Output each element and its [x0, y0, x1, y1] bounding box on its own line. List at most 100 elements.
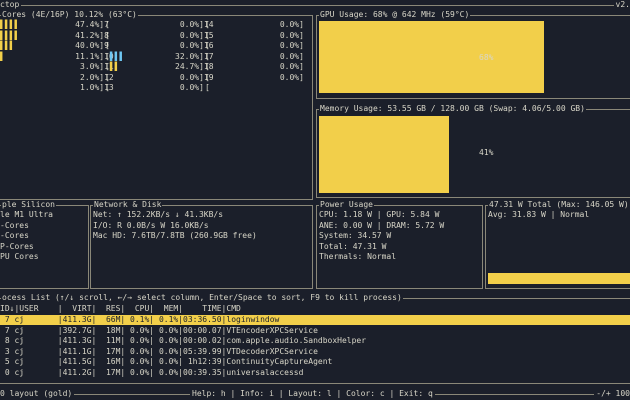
power-line: ANE: 0.00 W | DRAM: 5.72 W	[319, 220, 445, 230]
bracket: ]	[299, 62, 304, 71]
silicon-line: -Cores	[0, 231, 29, 240]
cpu-core-percent: 0.0%	[279, 41, 300, 50]
cpu-core-percent: 0.0%	[179, 72, 200, 82]
cpu-core-cell: [ 0.0%]	[205, 20, 304, 31]
bracket: ]	[299, 20, 304, 29]
disk-usage: Mac HD: 7.6TB/7.8TB (260.9GB free)	[93, 231, 257, 240]
footer-layout: 0 layout (gold)	[0, 389, 75, 400]
bracket: ]	[299, 51, 304, 61]
memory-usage-label: 41%	[479, 148, 494, 157]
gpu-usage-fill	[319, 21, 544, 93]
silicon-line: le M1 Ultra	[0, 210, 53, 219]
cpu-core-percent: 24.7%	[175, 62, 200, 71]
cpu-core-bar	[0, 83, 19, 92]
cpu-core-cell: [ 0.0%]	[205, 62, 304, 73]
app-title: ctop	[0, 0, 22, 11]
cpu-core-cell: [▌▌▌ 32.0%]17	[105, 52, 214, 63]
cpu-core-percent: 0.0%	[279, 30, 300, 40]
cpu-core-bar: ▌▌▌▌	[0, 20, 20, 29]
process-row[interactable]: 0 cj |411.2G| 17M| 0.0%| 0.0%|00:39.35|u…	[0, 368, 304, 378]
process-table-header[interactable]: ID↓|USER | VIRT| RES| CPU| MEM| TIME|CMD	[0, 304, 241, 314]
silicon-panel-title: ple Silicon	[1, 200, 56, 211]
cpu-core-bar: ▌▌▌	[109, 51, 130, 61]
silicon-line: PU Cores	[0, 252, 39, 261]
process-row[interactable]: 3 cj |411.1G| 17M| 0.0%| 0.0%|05:39.99|V…	[0, 347, 318, 357]
cpu-core-percent: 40.0%	[75, 41, 100, 50]
cpu-core-percent: 1.0%	[80, 83, 100, 92]
process-row-selected[interactable]: 7 cj |411.3G| 66M| 0.1%| 0.1%|03:36.50|l…	[0, 315, 630, 325]
cpu-core-bar	[0, 73, 19, 82]
cpu-core-index: ]	[199, 83, 204, 92]
cpu-core-cell: [ 0.0%]14	[105, 20, 214, 31]
cpu-core-percent: 32.0%	[175, 51, 200, 61]
power-average: Avg: 31.83 W | Normal	[488, 210, 590, 219]
cpu-core-bar	[210, 20, 229, 29]
gpu-usage-label: 68%	[479, 53, 494, 62]
process-row[interactable]: 8 cj |411.3G| 11M| 0.0%| 0.0%|00:00.02|c…	[0, 336, 366, 346]
top-border	[0, 5, 630, 6]
cpu-core-percent: 0.0%	[279, 72, 300, 82]
cpu-core-cell: [ 0.0%]	[105, 83, 204, 94]
power-line: Total: 47.31 W	[319, 241, 387, 251]
cpu-core-percent: 0.0%	[279, 20, 300, 29]
footer-help: Help: h | Info: i | Layout: l | Color: c…	[190, 389, 435, 400]
cpu-core-percent: 0.0%	[279, 62, 300, 71]
cpu-core-bar	[210, 83, 229, 92]
cpu-core-cell: [ 0.0%]16	[105, 41, 214, 52]
cpu-core-cell: [ 0.0%]	[205, 41, 304, 52]
power-info: CPU: 1.18 W | GPU: 5.84 W ANE: 0.00 W | …	[319, 210, 444, 263]
cpu-core-percent: 0.0%	[179, 30, 200, 40]
footer-refresh[interactable]: -/+ 100	[594, 389, 630, 400]
cpu-core-percent: 41.2%	[75, 30, 100, 40]
cpu-core-percent: 0.0%	[279, 51, 300, 61]
cpu-core-percent: 0.0%	[179, 20, 200, 29]
cpu-core-percent: 47.4%	[75, 20, 100, 29]
cpu-core-bar: ▌▌	[109, 62, 130, 71]
memory-usage-fill	[319, 116, 449, 193]
cpu-core-cell: [ 0.0%]15	[105, 31, 214, 42]
cpu-core-bar	[210, 52, 229, 61]
cpu-core-cell: 1.0%]13	[0, 83, 114, 94]
cpu-core-bar	[210, 62, 229, 71]
cpu-core-bar	[110, 83, 129, 92]
gpu-panel-title: GPU Usage: 68% @ 642 MHz (59°C)	[319, 10, 471, 21]
process-row[interactable]: 5 cj |411.5G| 16M| 0.0%| 0.0%| 1h12:39|C…	[0, 357, 333, 367]
cpu-core-cell: [ 0.0%]	[205, 31, 304, 42]
cpu-core-cell: ▌▌▌▌ 41.2%]8	[0, 31, 109, 42]
cpu-core-cell: [ 0.0%]	[205, 52, 304, 63]
power-line: Thermals: Normal	[319, 252, 397, 261]
bracket: ]	[299, 41, 304, 50]
cpu-core-cell: ▌ 11.1%]10	[0, 52, 114, 63]
power-sparkline	[488, 273, 630, 284]
bracket: ]	[299, 30, 304, 40]
disk-io: I/O: R 0.0B/s W 16.0KB/s	[93, 220, 209, 230]
cpu-core-cell: [ 0.0%]19	[105, 73, 214, 84]
power-line: CPU: 1.18 W | GPU: 5.84 W	[319, 210, 440, 219]
network-speed: Net: ↑ 152.2KB/s ↓ 41.3KB/s	[93, 210, 224, 219]
power-total-title: 47.31 W Total (Max: 146.05 W)	[488, 200, 630, 211]
cpu-core-cell: 3.0%]11	[0, 62, 114, 73]
power-panel-title: Power Usage	[319, 200, 374, 211]
cpu-core-bar	[110, 41, 129, 50]
cpu-core-cell: [▌▌ 24.7%]18	[105, 62, 214, 73]
silicon-info: le M1 Ultra -Cores -Cores P-Cores PU Cor…	[0, 210, 53, 263]
cpu-core-bar	[210, 73, 229, 82]
cpu-core-bar	[0, 62, 19, 71]
cpu-core-bar: ▌▌▌▌	[0, 30, 20, 40]
cpu-core-bar	[110, 31, 129, 40]
app-version: v2.	[613, 0, 630, 11]
cpu-core-bar	[210, 31, 229, 40]
cpu-core-percent: 0.0%	[179, 83, 200, 92]
memory-panel-title: Memory Usage: 53.55 GB / 128.00 GB (Swap…	[319, 104, 586, 115]
cpu-core-cell: ▌▌▌ 40.0%]9	[0, 41, 109, 52]
cpu-core-bar	[210, 41, 229, 50]
cpu-core-cell: 2.0%]12	[0, 73, 114, 84]
process-row[interactable]: 7 cj |392.7G| 18M| 0.0%| 0.0%|00:00.07|V…	[0, 326, 318, 336]
silicon-line: P-Cores	[0, 241, 34, 251]
cpu-core-bar	[110, 20, 129, 29]
cpu-core-percent: 3.0%	[80, 62, 100, 71]
cpu-core-bar: ▌	[0, 51, 20, 61]
cpu-core-bar	[110, 73, 129, 82]
cpu-core-cell: [ 0.0%]	[205, 73, 304, 84]
cpu-core-percent: 0.0%	[179, 41, 200, 50]
